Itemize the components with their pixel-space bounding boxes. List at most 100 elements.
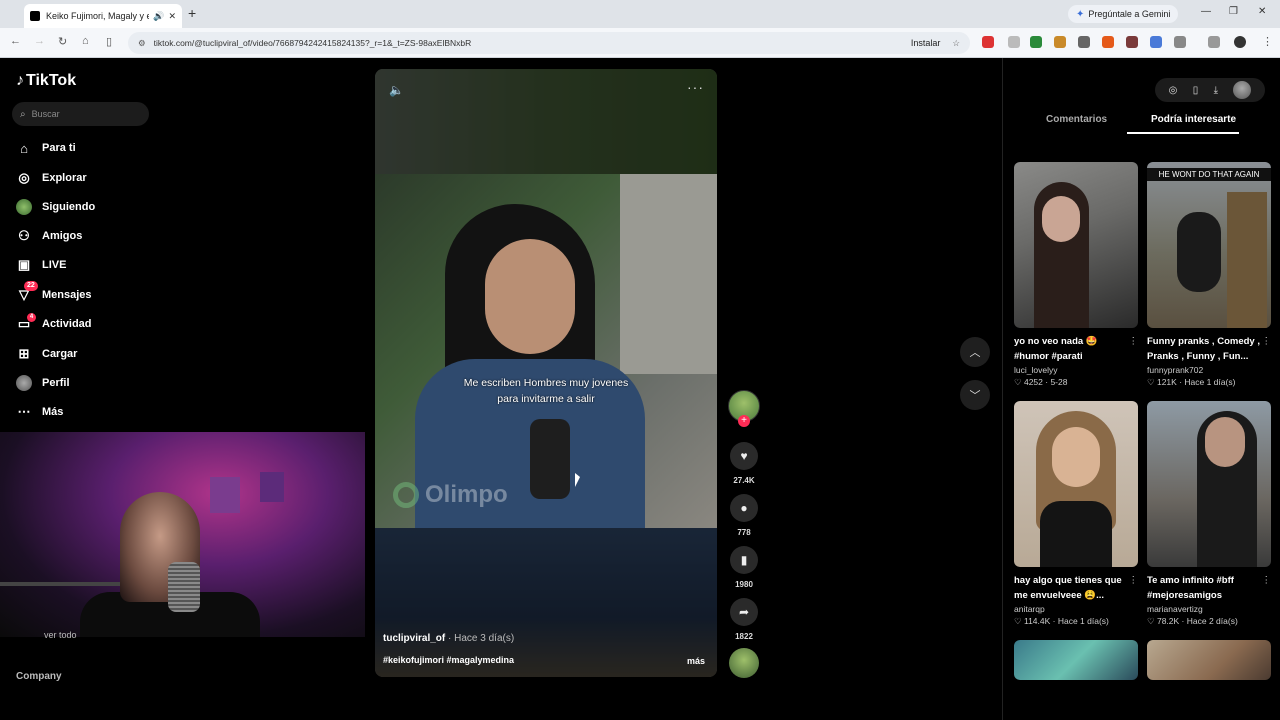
extension-icon[interactable] (1078, 36, 1090, 48)
tiktok-logo[interactable]: ♪ TikTok (16, 72, 76, 90)
company-link[interactable]: Company (16, 671, 62, 682)
user-avatar[interactable] (1233, 81, 1252, 99)
restore-icon[interactable]: ❐ (1229, 6, 1238, 17)
card-username[interactable]: luci_lovelyy (1014, 365, 1138, 375)
sidebar-item-amigos[interactable]: ⚇ Amigos (16, 226, 82, 246)
save-button[interactable]: ▮ (730, 546, 758, 574)
recommended-video-card[interactable] (1147, 640, 1271, 680)
close-tab-icon[interactable]: ✕ (168, 11, 176, 22)
reading-list-icon[interactable] (1208, 36, 1220, 48)
install-button[interactable]: Instalar (911, 38, 941, 48)
new-tab-button[interactable]: + (188, 5, 196, 21)
sidebar-item-perfil[interactable]: Perfil (16, 373, 70, 393)
volume-icon[interactable]: 🔈 (389, 83, 404, 97)
gemini-button[interactable]: ✦ Pregúntale a Gemini (1068, 5, 1179, 23)
extension-icon[interactable] (1126, 36, 1138, 48)
compass-icon[interactable]: ◎ (1169, 85, 1178, 96)
device-icon[interactable]: ▯ (1193, 85, 1199, 96)
extension-icon[interactable] (1150, 36, 1162, 48)
card-title[interactable]: Funny pranks , Comedy , Pranks , Funny ,… (1147, 334, 1271, 364)
home-browser-icon[interactable]: ⌂ (82, 35, 89, 47)
sidebar-item-label: Actividad (42, 318, 92, 330)
extension-icon[interactable] (1030, 36, 1042, 48)
sidebar-item-actividad[interactable]: ▭ 4 Actividad (16, 313, 92, 334)
card-username[interactable]: anitarqp (1014, 604, 1138, 614)
sidebar-item-label: Amigos (42, 230, 83, 242)
like-button[interactable]: ♥ (730, 442, 758, 470)
site-info-icon[interactable]: ⚙ (138, 38, 146, 49)
card-title[interactable]: Te amo infinito #bff #mejoresamigos ⋮ (1147, 573, 1271, 603)
video-thumbnail[interactable]: HE WONT DO THAT AGAIN (1147, 162, 1271, 328)
url-text[interactable]: tiktok.com/@tuclipviral_of/video/7668794… (154, 38, 911, 48)
tab-podria-interesarte[interactable]: Podría interesarte (1151, 114, 1236, 125)
video-thumbnail[interactable] (1147, 401, 1271, 567)
video-hashtags[interactable]: #keikofujimori #magalymedina (383, 655, 514, 665)
kebab-menu-icon[interactable]: ⋮ (1129, 573, 1139, 588)
sidebar-item-siguiendo[interactable]: Siguiendo (16, 197, 95, 217)
comment-count: 778 (737, 528, 751, 537)
back-icon[interactable]: ← (10, 35, 21, 47)
minimize-icon[interactable]: — (1201, 6, 1211, 17)
video-thumbnail[interactable] (1147, 640, 1271, 680)
video-more-icon[interactable]: ··· (687, 79, 704, 95)
speaker-icon[interactable]: 🔊 (153, 11, 164, 22)
tiktok-note-icon: ♪ (16, 72, 24, 89)
address-bar[interactable]: ⚙ tiktok.com/@tuclipviral_of/video/76687… (128, 32, 970, 54)
browser-menu-icon[interactable]: ⋮ (1262, 35, 1273, 48)
recommended-video-card[interactable] (1014, 640, 1138, 680)
video-author[interactable]: tuclipviral_of · Hace 3 día(s) (383, 633, 514, 644)
author-name[interactable]: tuclipviral_of (383, 633, 445, 644)
sidebar-item-mas[interactable]: ⋯ Más (16, 402, 64, 422)
sidebar-item-explorar[interactable]: ◎ Explorar (16, 168, 86, 188)
card-title-text: yo no veo nada 🤩 #humor #parati (1014, 336, 1098, 362)
following-avatar-icon (16, 199, 32, 215)
recommended-video-card[interactable]: Te amo infinito #bff #mejoresamigos ⋮ mar… (1147, 401, 1271, 627)
more-icon: ⋯ (17, 404, 31, 419)
next-video-button[interactable]: ﹀ (960, 380, 990, 410)
forward-icon[interactable]: → (34, 35, 45, 47)
see-all-link[interactable]: ver todo (44, 630, 77, 640)
activity-badge: 4 (27, 313, 36, 322)
recommended-video-card[interactable]: HE WONT DO THAT AGAIN Funny pranks , Com… (1147, 162, 1271, 388)
sidebar-item-para-ti[interactable]: ⌂ Para ti (16, 138, 76, 158)
card-username[interactable]: marianavertizg (1147, 604, 1271, 614)
window-close-icon[interactable]: ✕ (1258, 6, 1266, 17)
puzzle-extensions-icon[interactable] (1174, 36, 1186, 48)
video-thumbnail[interactable] (1014, 401, 1138, 567)
kebab-menu-icon[interactable]: ⋮ (1262, 334, 1272, 349)
sidebar-item-mensajes[interactable]: ▽ 22 Mensajes (16, 281, 92, 305)
sidebar-item-label: Para ti (42, 142, 76, 154)
browser-tab[interactable]: Keiko Fujimori, Magaly y el 🔊 ✕ (24, 4, 182, 28)
card-title[interactable]: yo no veo nada 🤩 #humor #parati ⋮ (1014, 334, 1138, 364)
extension-icon[interactable] (982, 36, 994, 48)
previous-video-button[interactable]: ︿ (960, 337, 990, 367)
sidepanel-icon[interactable]: ▯ (106, 35, 112, 48)
video-thumbnail[interactable] (1014, 162, 1138, 328)
sidebar-item-live[interactable]: ▣ LIVE (16, 255, 67, 275)
extension-icon[interactable] (1008, 36, 1020, 48)
kebab-menu-icon[interactable]: ⋮ (1262, 573, 1272, 588)
video-subtitle: Me escriben Hombres muy jovenes para inv… (375, 375, 717, 407)
extension-icon[interactable] (1102, 36, 1114, 48)
reload-icon[interactable]: ↻ (58, 35, 67, 48)
video-thumbnail[interactable] (1014, 640, 1138, 680)
card-title-text: Funny pranks , Comedy , Pranks , Funny ,… (1147, 336, 1260, 362)
search-input[interactable]: ⌕ Buscar (12, 102, 149, 126)
bookmark-star-icon[interactable]: ☆ (952, 38, 960, 49)
profile-avatar-browser-icon[interactable] (1234, 36, 1246, 48)
download-icon[interactable]: ⤓ (1214, 85, 1218, 96)
music-disc-icon[interactable] (729, 648, 759, 678)
comment-button[interactable]: ● (730, 494, 758, 522)
share-button[interactable]: ➦ (730, 598, 758, 626)
sidebar-item-cargar[interactable]: ⊞ Cargar (16, 344, 78, 364)
card-username[interactable]: funnyprank702 (1147, 365, 1271, 375)
extension-icon[interactable] (1054, 36, 1066, 48)
tab-comments[interactable]: Comentarios (1046, 114, 1107, 125)
recommended-video-card[interactable]: yo no veo nada 🤩 #humor #parati ⋮ luci_lo… (1014, 162, 1138, 388)
recommended-video-card[interactable]: hay algo que tienes que me envuelveee 😩.… (1014, 401, 1138, 627)
follow-plus-icon[interactable]: + (738, 415, 750, 427)
card-title[interactable]: hay algo que tienes que me envuelveee 😩.… (1014, 573, 1138, 603)
video-player[interactable]: Me escriben Hombres muy jovenes para inv… (375, 69, 717, 677)
kebab-menu-icon[interactable]: ⋮ (1129, 334, 1139, 349)
more-link[interactable]: más (687, 656, 705, 666)
